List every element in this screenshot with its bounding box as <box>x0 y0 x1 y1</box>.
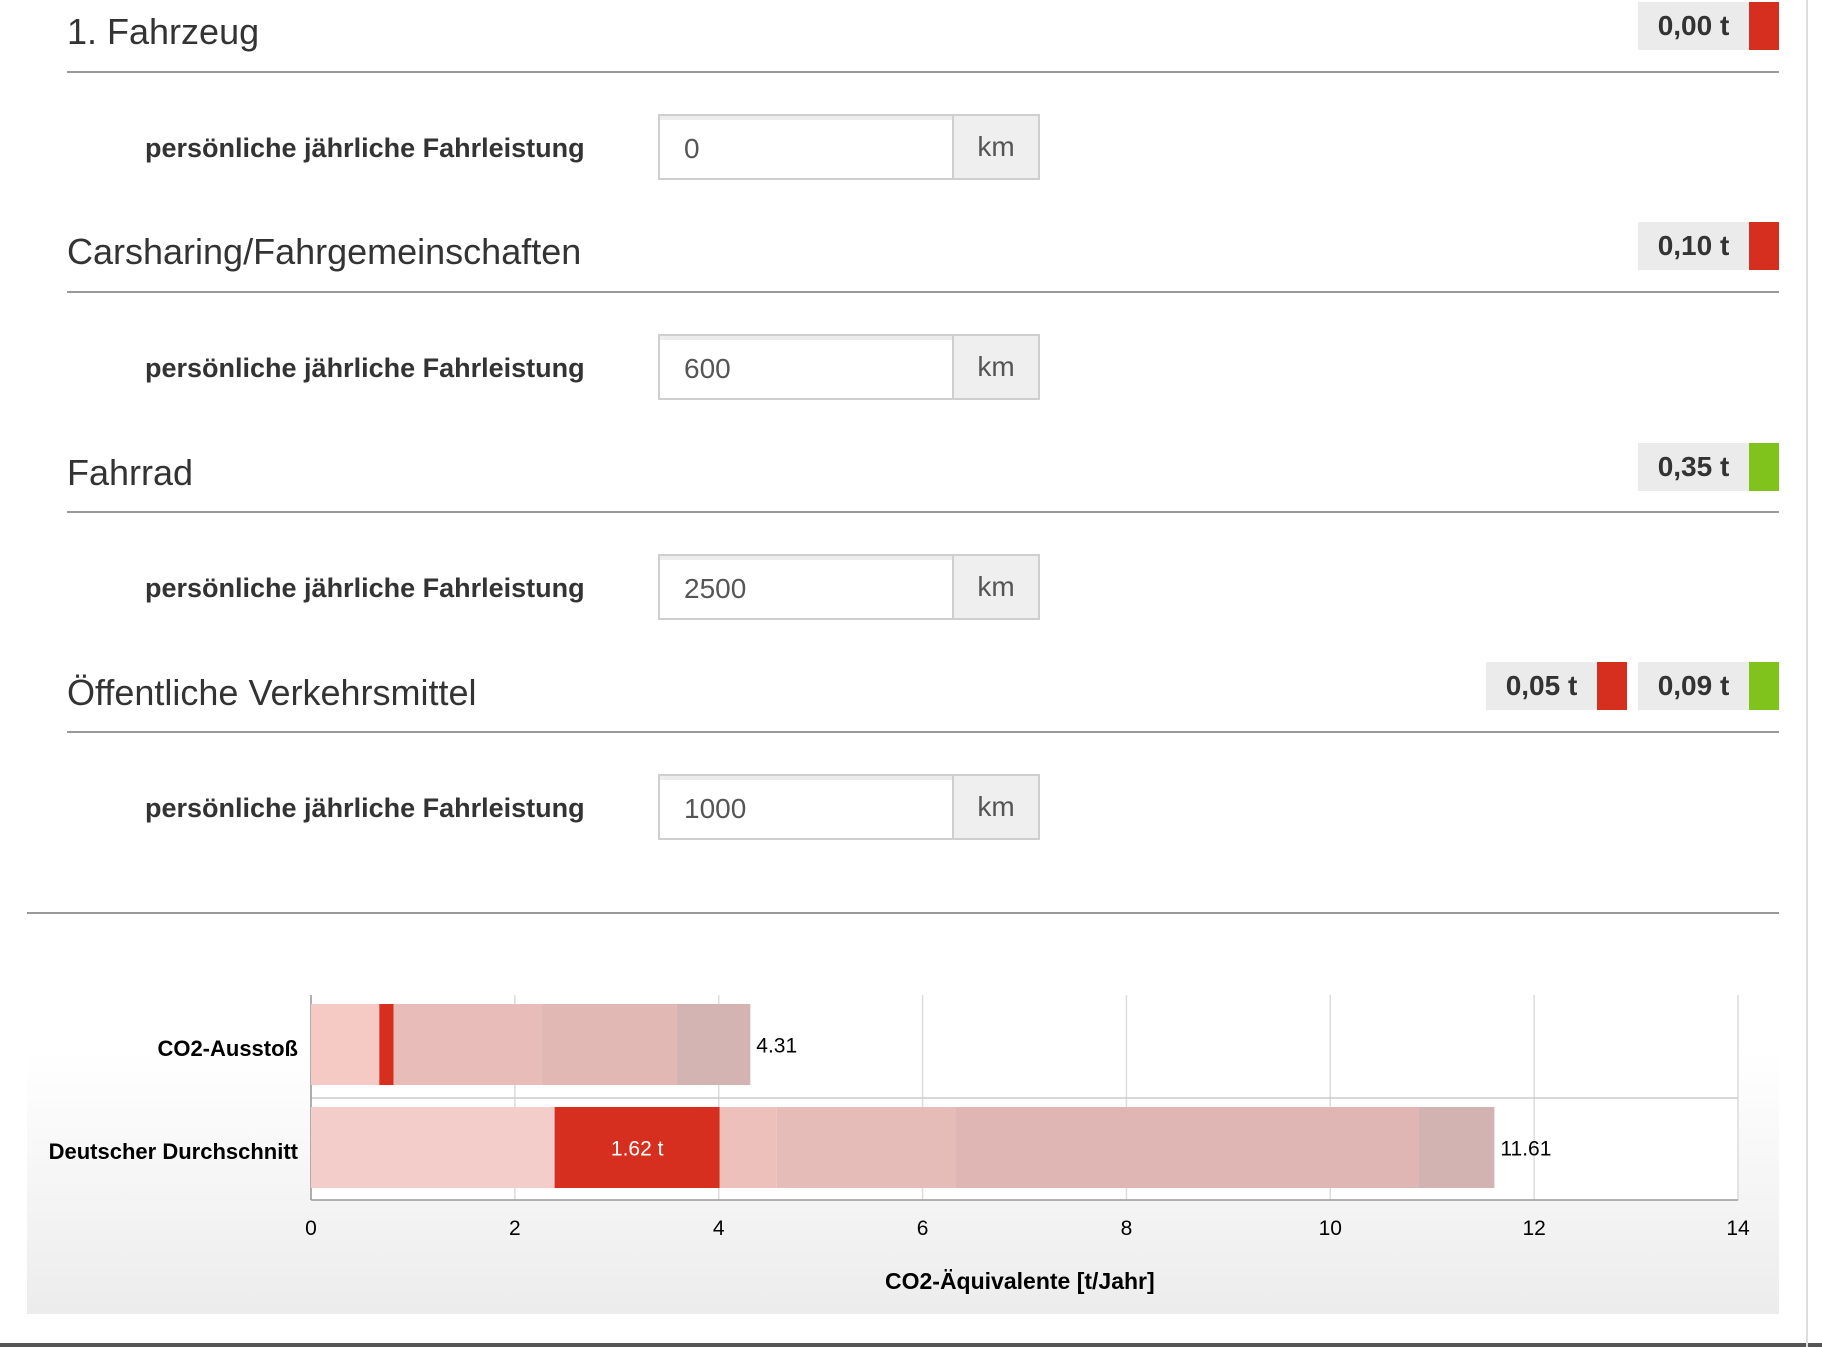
bar-segment <box>776 1107 956 1188</box>
x-tick-label: 2 <box>509 1217 521 1240</box>
x-tick-label: 8 <box>1121 1217 1133 1240</box>
x-tick-label: 6 <box>917 1217 929 1240</box>
x-axis-title: CO2-Äquivalente [t/Jahr] <box>885 1268 1155 1294</box>
bar-segment <box>311 1107 555 1188</box>
x-tick-label: 12 <box>1522 1217 1545 1240</box>
bar-segment <box>719 1107 777 1188</box>
bar-segment <box>393 1004 542 1085</box>
bar-total-label: 11.61 <box>1500 1138 1551 1161</box>
segment-data-label: 1.62 t <box>611 1138 664 1161</box>
x-tick-label: 0 <box>305 1217 317 1240</box>
bar-segment <box>1418 1107 1495 1188</box>
bar-segment <box>541 1004 677 1085</box>
window-right-edge <box>1806 0 1808 1347</box>
x-tick-label: 4 <box>713 1217 725 1240</box>
bar-total-label: 4.31 <box>756 1035 797 1058</box>
window-bottom-edge <box>0 1343 1822 1347</box>
category-label: CO2-Ausstoß <box>157 1036 298 1061</box>
bar-segment <box>311 1004 380 1085</box>
bar-segment <box>379 1004 394 1085</box>
x-tick-label: 14 <box>1726 1217 1750 1240</box>
x-tick-label: 10 <box>1319 1217 1342 1240</box>
bar-segment <box>676 1004 751 1085</box>
bar-segment <box>955 1107 1419 1188</box>
category-label: Deutscher Durchschnitt <box>48 1139 298 1164</box>
